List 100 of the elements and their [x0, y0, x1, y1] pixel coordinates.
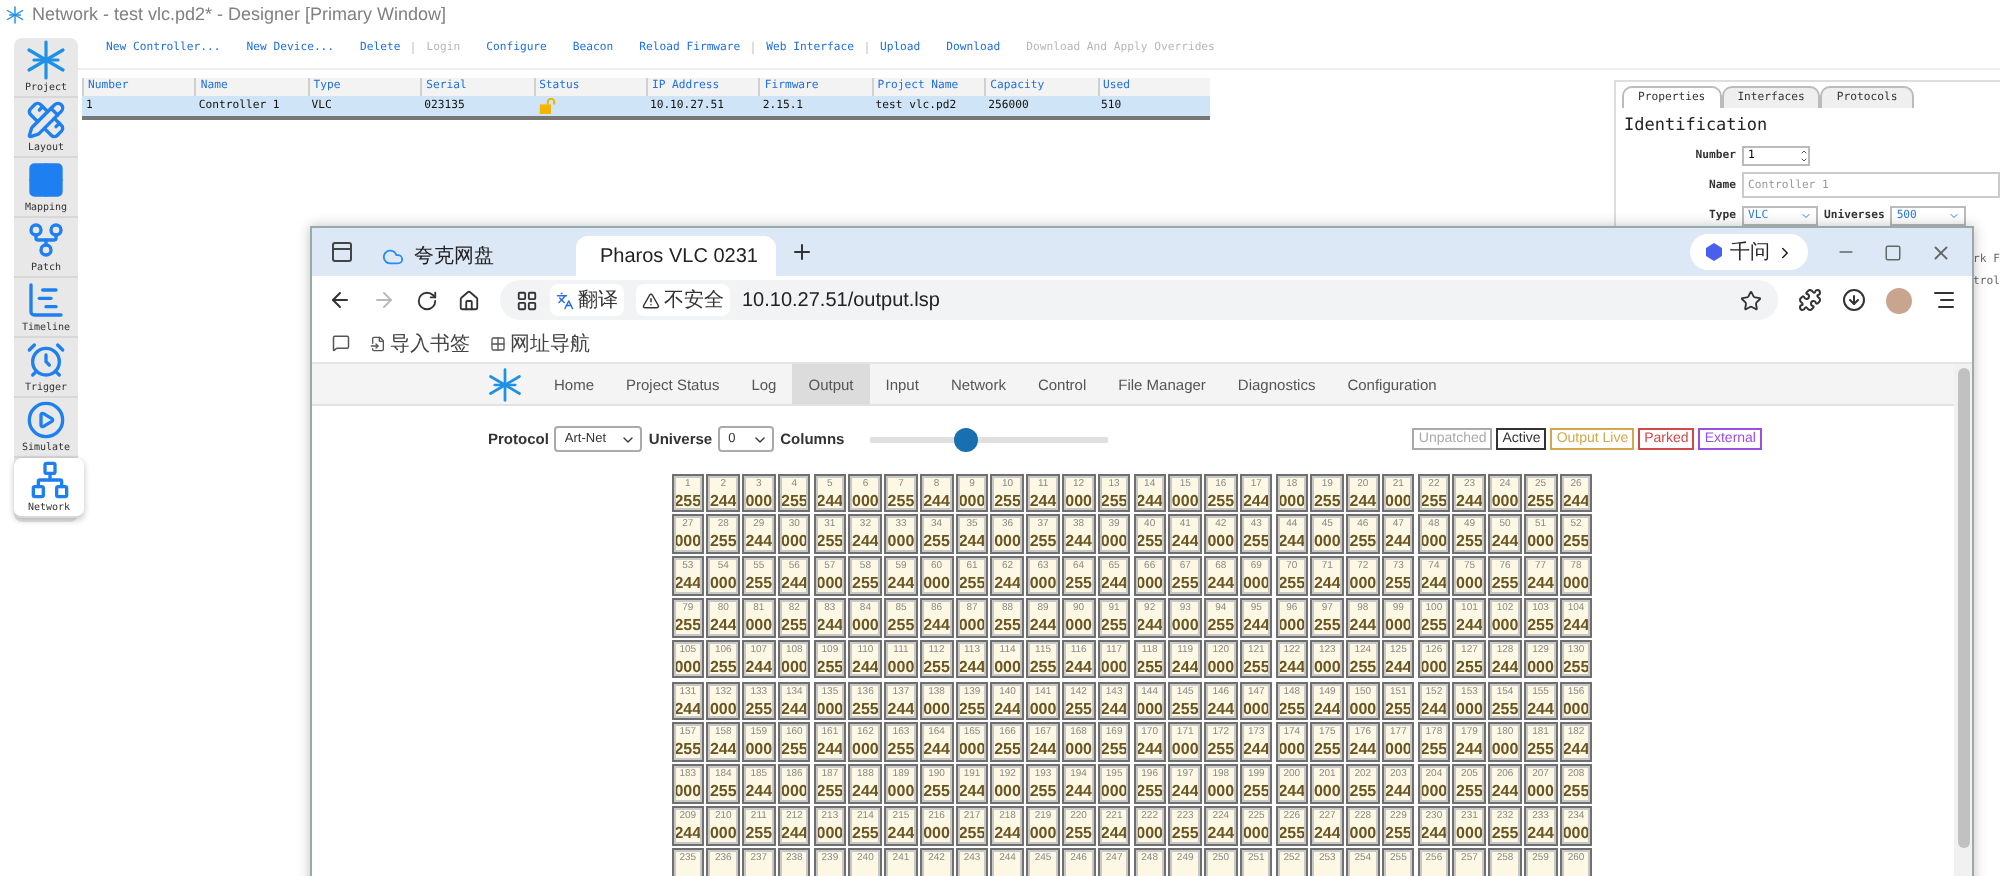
channel-value: 255	[1207, 740, 1235, 759]
channel-value: 255	[1385, 699, 1412, 718]
channel-value: 000	[1278, 491, 1306, 510]
channel-value: 244	[923, 491, 950, 510]
channel-value: 244	[1242, 491, 1270, 510]
window-title: Network - test vlc.pd2* - Designer [Primary Window]	[32, 4, 447, 24]
channel-value: 000	[1456, 699, 1483, 718]
channel-value: 244	[1171, 657, 1199, 676]
channel-value: 244	[994, 574, 1021, 593]
channel-value: 255	[994, 491, 1021, 510]
download-icon[interactable]	[1842, 288, 1866, 312]
channel-value: 255	[1029, 532, 1057, 551]
channel-value: 000	[1349, 699, 1377, 718]
channel-value: 244	[816, 616, 844, 635]
channel-value: 000	[1562, 824, 1590, 842]
maximize-icon[interactable]	[1884, 243, 1902, 261]
menu-icon[interactable]	[1932, 288, 1956, 312]
channel-value: 000	[816, 824, 844, 842]
branch-icon	[26, 220, 66, 260]
channel-value: 255	[923, 657, 950, 676]
scroll-thumb[interactable]	[1957, 368, 1969, 848]
channel-value: 255	[1349, 782, 1377, 801]
channel-value: 000	[887, 532, 915, 551]
new-tab-icon[interactable]	[790, 240, 814, 264]
channel-value: 255	[1385, 824, 1412, 842]
channel-value: 244	[781, 574, 808, 593]
bookmark-star-icon[interactable]	[1740, 289, 1762, 311]
apps-icon[interactable]	[516, 289, 538, 311]
channel-value: 255	[816, 782, 844, 801]
back-icon[interactable]	[328, 288, 352, 312]
channel-value: 255	[1278, 699, 1306, 718]
channel-value: 000	[1420, 782, 1448, 801]
channel-value: 255	[852, 699, 879, 718]
channel-value: 244	[1313, 824, 1341, 842]
channel-value: 255	[1065, 574, 1092, 593]
channel-value: 244	[1385, 782, 1412, 801]
channel-value: 244	[1100, 699, 1128, 718]
channel-value: 244	[781, 699, 808, 718]
channel-value: 244	[887, 574, 915, 593]
address-bar[interactable]: 翻译 不安全 10.10.27.51/output.lsp	[500, 280, 1778, 320]
channel-value: 000	[852, 616, 879, 635]
close-icon[interactable]	[1930, 241, 1952, 263]
home-icon[interactable]	[458, 289, 480, 311]
timeline-icon	[26, 280, 66, 320]
security-indicator[interactable]: 不安全	[636, 284, 730, 316]
assistant-button[interactable]: 千问	[1690, 234, 1808, 270]
channel-value: 000	[1385, 491, 1412, 510]
channel-value: 244	[1100, 574, 1128, 593]
channel-value: 000	[1171, 616, 1199, 635]
reload-icon[interactable]	[416, 289, 438, 311]
channel-value: 255	[852, 574, 879, 593]
channel-value: 244	[745, 782, 773, 801]
channel-value: 244	[1420, 699, 1448, 718]
channel-value: 244	[1491, 782, 1519, 801]
channel-value: 255	[1171, 699, 1199, 718]
scrollbar[interactable]	[1954, 364, 1972, 876]
channel-value: 255	[1242, 532, 1270, 551]
channel-value: 000	[923, 699, 950, 718]
browser-tab[interactable]: Pharos VLC 0231	[576, 236, 776, 276]
caret-icon	[1948, 209, 1961, 221]
channel-value: 000	[1171, 740, 1199, 759]
channel-value: 000	[745, 616, 773, 635]
channel-value: 000	[1207, 532, 1235, 551]
browser-tab[interactable]: 夸克网盘	[368, 236, 568, 276]
extensions-icon[interactable]	[1798, 288, 1822, 312]
channel-value: 255	[674, 616, 702, 635]
warning-icon	[642, 291, 660, 309]
app-logo-icon	[6, 5, 24, 23]
channel-value: 000	[994, 782, 1021, 801]
channel-value: 244	[709, 491, 737, 510]
channel-value: 255	[1527, 740, 1554, 759]
channel-value: 244	[674, 699, 702, 718]
channel-value: 255	[1456, 532, 1483, 551]
channel-value: 000	[674, 657, 702, 676]
channel-value: 244	[1278, 657, 1306, 676]
channel-value: 255	[1242, 657, 1270, 676]
channel-value: 244	[1349, 616, 1377, 635]
channel-value: 244	[781, 824, 808, 842]
translate-button[interactable]: 翻译	[550, 284, 624, 316]
channel-value: 255	[1100, 616, 1128, 635]
channel-value: 255	[994, 616, 1021, 635]
channel-value: 255	[1491, 824, 1519, 842]
slider-thumb[interactable]	[953, 427, 978, 452]
bookmark-link[interactable]: 网址导航	[490, 329, 590, 357]
channel-value: 000	[1136, 699, 1164, 718]
channel-value: 000	[1456, 574, 1483, 593]
channel-value: 255	[709, 532, 737, 551]
tab-search-icon[interactable]	[330, 240, 354, 264]
channel-value: 244	[1313, 574, 1341, 593]
channel-value: 244	[1278, 782, 1306, 801]
channel-value: 000	[958, 740, 986, 759]
channel-value: 255	[1349, 532, 1377, 551]
channel-value: 255	[1029, 657, 1057, 676]
channel-value: 000	[1385, 616, 1412, 635]
channel-value: 244	[745, 532, 773, 551]
channel-value: 000	[1562, 699, 1590, 718]
channel-value: 000	[745, 740, 773, 759]
channel-value: 000	[887, 782, 915, 801]
channel-value: 244	[1065, 657, 1092, 676]
bookmark-link[interactable]: 导入书签	[370, 329, 470, 357]
